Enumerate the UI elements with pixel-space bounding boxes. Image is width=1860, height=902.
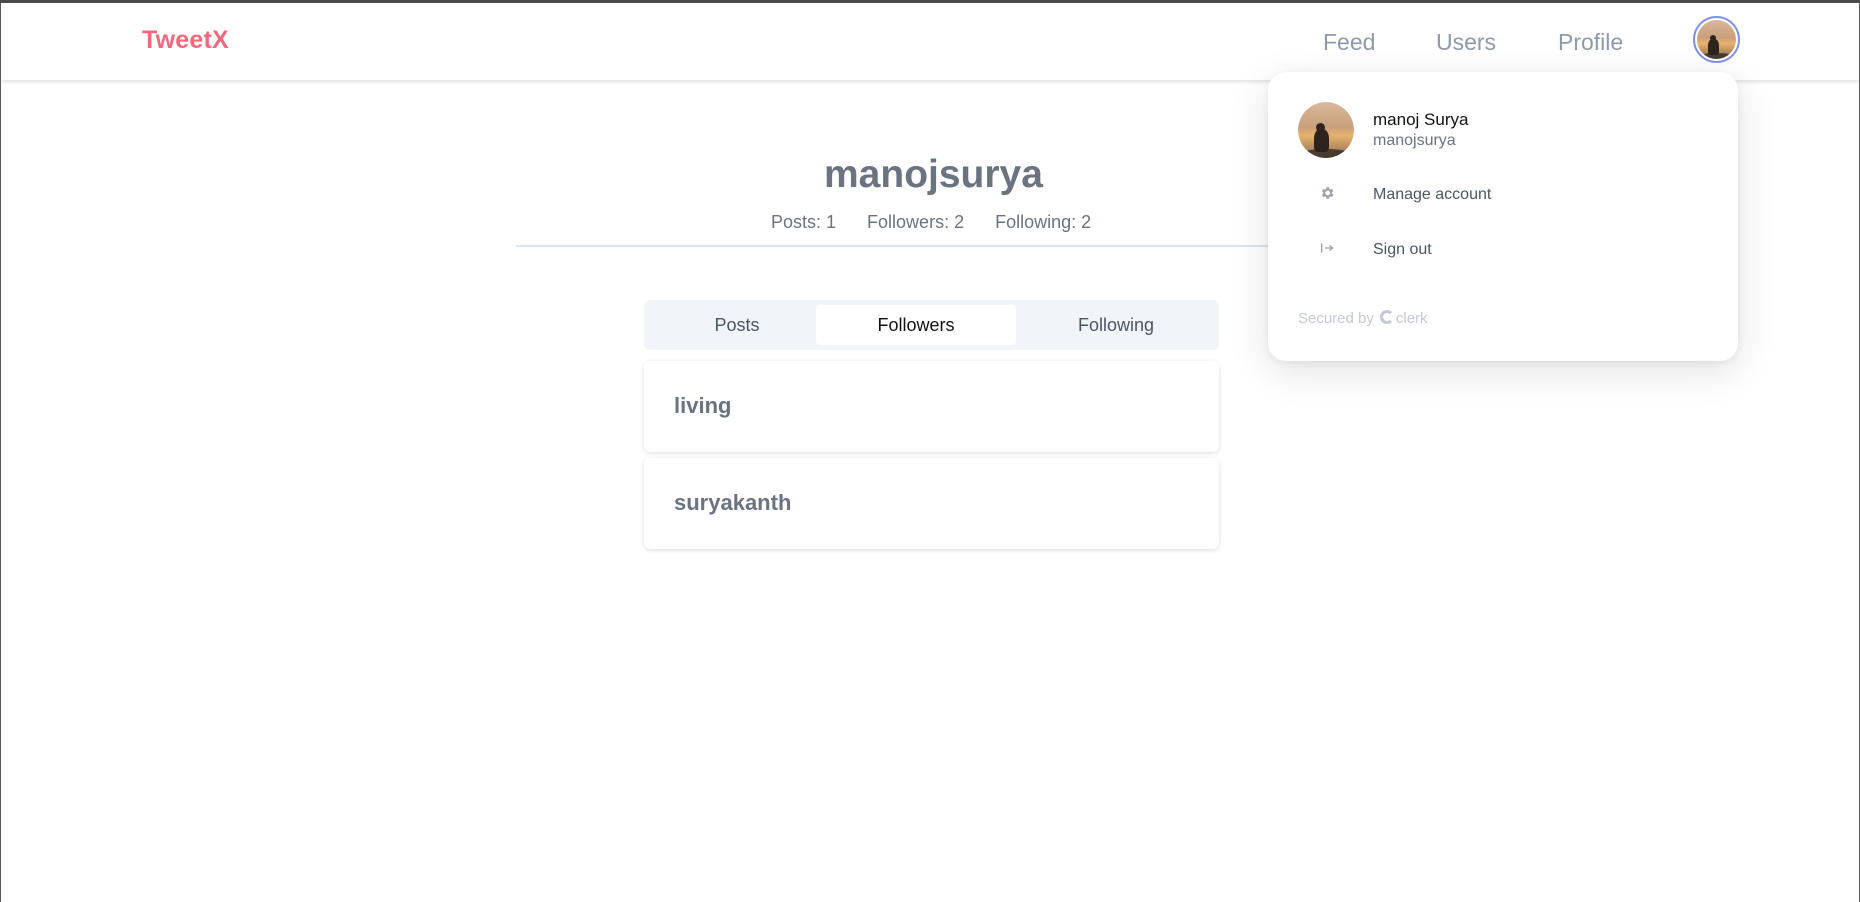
sign-out-icon	[1317, 240, 1337, 260]
clerk-brand-text[interactable]: clerk	[1396, 310, 1428, 327]
follower-name: suryakanth	[674, 490, 792, 515]
profile-stats: Posts: 1 Followers: 2 Following: 2	[771, 212, 1117, 233]
avatar-image	[1298, 102, 1354, 158]
nav-link-users[interactable]: Users	[1436, 29, 1496, 56]
account-username: manojsurya	[1373, 132, 1456, 149]
account-avatar	[1298, 102, 1354, 158]
clerk-logo-icon	[1379, 310, 1394, 324]
follower-card[interactable]: living	[644, 361, 1219, 452]
follower-name: living	[674, 393, 732, 418]
manage-account-button[interactable]: Manage account	[1268, 175, 1738, 215]
avatar-image	[1697, 20, 1736, 59]
tab-following[interactable]: Following	[1016, 305, 1216, 345]
sign-out-button[interactable]: Sign out	[1268, 230, 1738, 270]
profile-divider	[516, 245, 1276, 247]
nav-link-profile[interactable]: Profile	[1558, 29, 1623, 56]
manage-account-label: Manage account	[1373, 186, 1492, 203]
follower-card[interactable]: suryakanth	[644, 458, 1219, 549]
tab-followers[interactable]: Followers	[816, 305, 1016, 345]
account-full-name: manoj Surya	[1373, 110, 1469, 129]
browser-window: TweetX Feed Users Profile manojsurya Pos…	[0, 3, 1860, 902]
secured-by-footer: Secured by clerk	[1298, 310, 1428, 327]
stat-followers: Followers: 2	[867, 212, 965, 232]
profile-tabs: Posts Followers Following	[644, 300, 1219, 350]
stat-posts: Posts: 1	[771, 212, 837, 232]
profile-username: manojsurya	[824, 153, 1043, 196]
stat-following: Following: 2	[995, 212, 1092, 232]
nav-link-feed[interactable]: Feed	[1323, 29, 1375, 56]
gear-icon	[1317, 185, 1337, 205]
top-navbar: TweetX Feed Users Profile	[1, 3, 1859, 80]
brand-logo[interactable]: TweetX	[142, 26, 229, 55]
tab-posts[interactable]: Posts	[649, 305, 825, 345]
sign-out-label: Sign out	[1373, 241, 1432, 258]
account-menu-popover: manoj Surya manojsurya Manage account Si…	[1268, 72, 1738, 361]
user-avatar-button[interactable]	[1693, 16, 1740, 63]
secured-by-text: Secured by	[1298, 310, 1374, 327]
